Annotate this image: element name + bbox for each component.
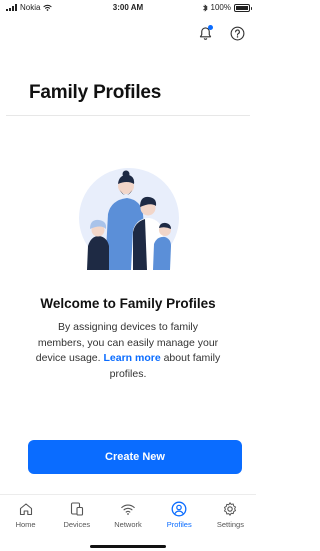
bottom-tab-bar: Home Devices Network Profiles Settings — [0, 494, 256, 535]
tab-label: Network — [114, 520, 142, 529]
tab-network[interactable]: Network — [102, 495, 153, 535]
battery-icon — [234, 3, 252, 12]
home-indicator — [90, 545, 166, 548]
tab-devices[interactable]: Devices — [51, 495, 102, 535]
notification-dot — [208, 25, 213, 30]
tab-label: Settings — [216, 520, 244, 529]
tab-label: Devices — [63, 520, 91, 529]
status-bar: Nokia 3:00 AM 100% — [0, 0, 256, 18]
tab-label: Profiles — [166, 520, 192, 529]
wifi-icon — [121, 504, 135, 515]
welcome-title: Welcome to Family Profiles — [40, 296, 216, 311]
header-divider — [6, 115, 250, 116]
home-icon — [19, 503, 32, 516]
help-icon — [230, 26, 244, 40]
bluetooth-icon — [202, 3, 208, 12]
page-title: Family Profiles — [29, 82, 162, 103]
gear-icon — [224, 502, 237, 516]
devices-icon — [70, 502, 83, 516]
header-actions — [196, 24, 246, 42]
learn-more-link[interactable]: Learn more — [103, 352, 160, 364]
status-right: 100% — [202, 3, 252, 12]
tab-label: Home — [15, 520, 36, 529]
family-illustration — [79, 168, 179, 270]
create-new-button[interactable]: Create New — [28, 440, 242, 474]
tab-home[interactable]: Home — [0, 495, 51, 535]
notifications-button[interactable] — [196, 24, 214, 42]
welcome-description: By assigning devices to family members, … — [34, 320, 222, 382]
help-button[interactable] — [228, 24, 246, 42]
tab-settings[interactable]: Settings — [205, 495, 256, 535]
battery-percent: 100% — [210, 3, 231, 12]
tab-profiles[interactable]: Profiles — [154, 495, 205, 535]
profile-icon — [171, 501, 187, 517]
